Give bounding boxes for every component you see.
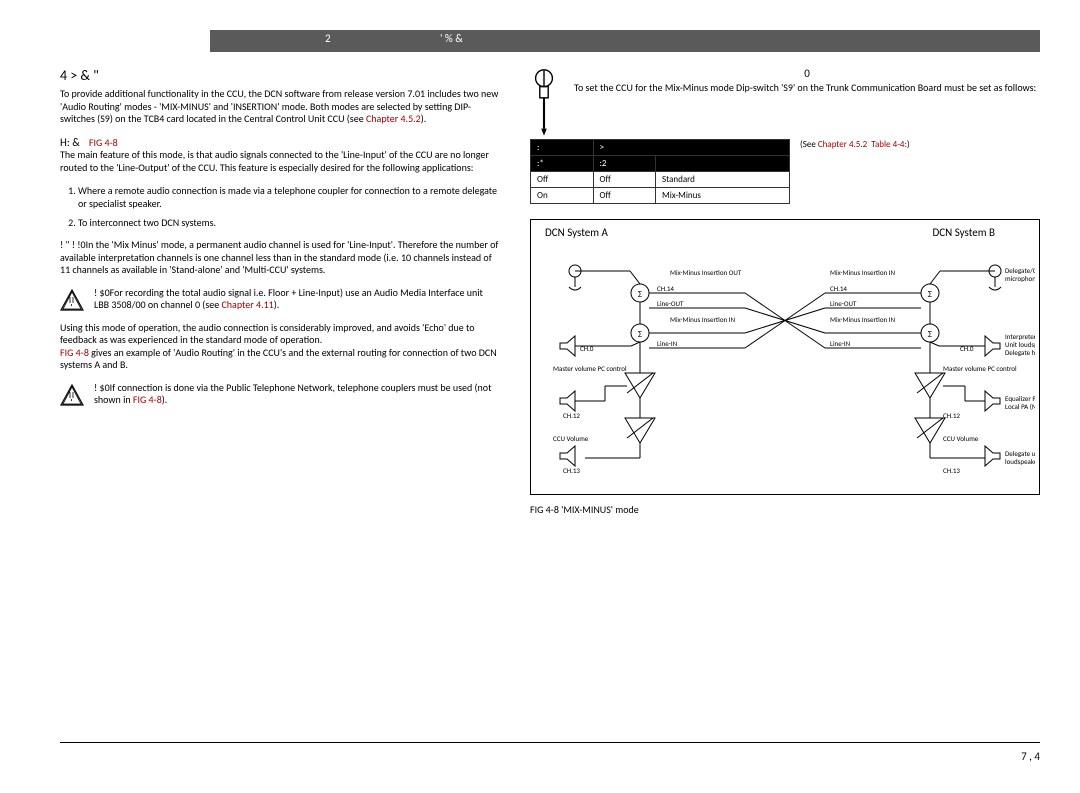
echo-text2: gives an example of 'Audio Routing' in t… [60, 346, 497, 372]
figure-caption: FIG 4-8 'MIX-MINUS' mode [530, 503, 1040, 516]
intro-end: ). [421, 112, 427, 125]
svg-text:Σ: Σ [928, 329, 932, 340]
list-item: Where a remote audio connection is made … [78, 184, 500, 210]
th-top-left: : [531, 140, 594, 156]
svg-text:Line-IN: Line-IN [830, 339, 851, 348]
th-sub3 [656, 156, 790, 172]
svg-text:CCU Volume: CCU Volume [553, 434, 589, 443]
chapter-ref: Chapter 4.5.2 [366, 112, 421, 125]
mode-label: H: & [60, 136, 80, 149]
svg-text:Σ: Σ [638, 329, 642, 340]
note1-end: ). [274, 298, 280, 311]
svg-text:CH.14: CH.14 [657, 284, 674, 293]
cell: Off [593, 172, 656, 188]
svg-text:Mix-Minus Insertion IN: Mix-Minus Insertion IN [830, 315, 896, 324]
setup-text: To set the CCU for the Mix-Minus mode Di… [574, 82, 1040, 95]
mode-text: The main feature of this mode, is that a… [60, 148, 489, 174]
note1-ref: Chapter 4.11 [221, 298, 273, 311]
section-title: 4 > & " [60, 67, 500, 84]
th-sub2: :2 [593, 156, 656, 172]
note-row: ! $0If connection is done via the Public… [60, 382, 500, 407]
system-a-label: DCN System A [545, 226, 608, 239]
th-top-right: > [593, 140, 789, 156]
mode-heading: H: & FIG 4-8 The main feature of this mo… [60, 136, 500, 175]
application-list: Where a remote audio connection is made … [78, 184, 500, 229]
see-ref1: Chapter 4.5.2 [818, 139, 867, 150]
header-number: 2 [325, 32, 331, 45]
left-column: 4 > & " To provide additional functional… [60, 67, 530, 516]
note2-ref: FIG 4-8 [133, 393, 162, 406]
intro-text: To provide additional functionality in t… [60, 87, 498, 125]
note1: ! $0For recording the total audio signal… [94, 287, 500, 312]
svg-text:Line-IN: Line-IN [657, 339, 678, 348]
echo-paragraph: Using this mode of operation, the audio … [60, 322, 500, 372]
header-text: ' % & [440, 32, 463, 45]
right-column: 0 To set the CCU for the Mix-Minus mode … [530, 67, 1040, 516]
svg-text:Mix-Minus Insertion IN: Mix-Minus Insertion IN [830, 268, 896, 277]
cell: On [531, 188, 594, 204]
note1-label: ! $0 [94, 286, 110, 299]
dip-switch-table: : > :* :2 Off Off Standard [530, 139, 790, 204]
diagram-svg: Σ Σ [535, 243, 1035, 483]
setup-block: 0 To set the CCU for the Mix-Minus mode … [530, 67, 1040, 127]
setup-label: 0 [574, 67, 1040, 80]
svg-text:CH.14: CH.14 [830, 284, 847, 293]
svg-text:Interpreter headphonesUnit lou: Interpreter headphonesUnit loudspeakerDe… [1005, 332, 1035, 357]
svg-text:CCU Volume: CCU Volume [943, 434, 979, 443]
channel-note: ! " ! !0In the 'Mix Minus' mode, a perma… [60, 239, 500, 277]
see-text: (See [800, 139, 818, 150]
svg-text:Master volume PC control: Master volume PC control [943, 364, 1017, 373]
svg-text:CH.13: CH.13 [943, 466, 960, 475]
svg-text:CH.13: CH.13 [563, 466, 580, 475]
svg-text:Line-OUT: Line-OUT [830, 299, 857, 308]
footer-rule [60, 742, 1040, 743]
dip-table-wrap: : > :* :2 Off Off Standard [530, 135, 1040, 204]
svg-text:Mix-Minus Insertion OUT: Mix-Minus Insertion OUT [670, 268, 742, 277]
fig-ref: FIG 4-8 [89, 136, 118, 149]
svg-text:CH.12: CH.12 [943, 411, 960, 420]
svg-text:Line-OUT: Line-OUT [657, 299, 684, 308]
th-sub1: :* [531, 156, 594, 172]
see-end: ) [907, 139, 910, 150]
section-header-bar: 2 ' % & [210, 30, 1040, 52]
see-ref2: Table 4-4: [871, 139, 907, 150]
svg-text:Σ: Σ [638, 289, 642, 300]
triangle-warning-icon [60, 384, 84, 406]
note2-label: ! $0 [94, 381, 110, 394]
svg-text:Σ: Σ [928, 289, 932, 300]
table-row: On Off Mix-Minus [531, 188, 790, 204]
svg-text:Mix-Minus Insertion IN: Mix-Minus Insertion IN [670, 315, 736, 324]
list-item: To interconnect two DCN systems. [78, 216, 500, 229]
note-row: ! $0For recording the total audio signal… [60, 287, 500, 312]
triangle-warning-icon [60, 289, 84, 311]
echo-text: Using this mode of operation, the audio … [60, 321, 475, 347]
svg-text:CH.12: CH.12 [563, 411, 580, 420]
channel-label: ! " ! !0 [60, 238, 86, 251]
svg-text:CH.0: CH.0 [580, 344, 594, 353]
cell: Mix-Minus [656, 188, 790, 204]
page-number: 7 , 4 [1021, 750, 1040, 763]
intro-paragraph: To provide additional functionality in t… [60, 88, 500, 126]
mix-minus-diagram: DCN System A DCN System B Σ Σ [530, 219, 1040, 495]
see-reference: (See Chapter 4.5.2 Table 4-4:) [800, 135, 910, 150]
system-b-label: DCN System B [933, 226, 996, 239]
echo-ref: FIG 4-8 [60, 346, 89, 359]
note1-text: For recording the total audio signal i.e… [94, 286, 483, 312]
cell: Off [531, 172, 594, 188]
note2-end: ). [162, 393, 168, 406]
svg-text:Delegate/Chairmanmicrophones: Delegate/Chairmanmicrophones [1005, 266, 1035, 283]
cell: Off [593, 188, 656, 204]
svg-text:Delegate unitloudspeaker: Delegate unitloudspeaker [1005, 449, 1035, 466]
svg-text:Master volume PC control: Master volume PC control [553, 364, 627, 373]
channel-text: In the 'Mix Minus' mode, a permanent aud… [60, 238, 498, 276]
screwdriver-icon [530, 67, 558, 127]
cell: Standard [656, 172, 790, 188]
table-row: Off Off Standard [531, 172, 790, 188]
svg-text:CH.0: CH.0 [960, 344, 974, 353]
note2: ! $0If connection is done via the Public… [94, 382, 500, 407]
svg-text:Equalizer PALocal PA (MCCU): Equalizer PALocal PA (MCCU) [1005, 394, 1035, 411]
